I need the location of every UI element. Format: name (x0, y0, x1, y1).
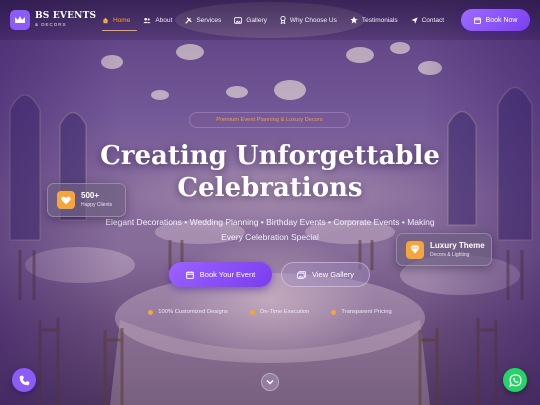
tools-icon (185, 16, 193, 24)
main-menu: Home About Services Gallery Why Choose U… (99, 12, 454, 31)
phone-icon (19, 375, 29, 385)
brand-logo[interactable]: BS EVENTS & DECORS (10, 10, 96, 30)
feature-item: On-Time Execution (249, 309, 310, 315)
hero-section: BS EVENTS & DECORS Home About Services G… (0, 0, 540, 405)
book-now-button[interactable]: Book Now (461, 9, 530, 31)
scroll-down-button[interactable] (261, 373, 279, 391)
hero-content: Premium Event Planning & Luxury Decors C… (0, 0, 540, 405)
image-icon (234, 16, 243, 24)
book-your-event-button[interactable]: Book Your Event (169, 262, 272, 287)
user-group-icon (143, 17, 152, 23)
luxury-theme-card: Luxury Theme Decors & Lighting (396, 233, 492, 266)
luxury-title: Luxury Theme (430, 240, 485, 250)
award-icon (280, 16, 286, 24)
nav-item-label: Testimonials (361, 16, 398, 24)
crown-icon (10, 10, 30, 30)
images-icon (297, 270, 307, 279)
feature-label: 100% Customized Designs (158, 309, 228, 315)
nav-item-contact[interactable]: Contact (408, 12, 447, 28)
nav-item-services[interactable]: Services (182, 12, 224, 28)
view-gallery-button[interactable]: View Gallery (281, 262, 370, 287)
call-button[interactable] (12, 368, 36, 392)
nav-item-label: Home (113, 16, 131, 24)
calendar-icon (185, 270, 194, 279)
check-dot-icon (249, 309, 255, 315)
nav-item-label: Gallery (246, 16, 267, 24)
luxury-subtitle: Decors & Lighting (430, 251, 470, 258)
nav-item-testimonials[interactable]: Testimonials (347, 12, 401, 28)
hero-title-line1: Creating Unforgettable (100, 141, 440, 171)
happy-clients-card: 500+ Happy Clients (47, 183, 126, 217)
nav-item-label: Services (196, 16, 222, 24)
star-icon (350, 16, 358, 24)
check-dot-icon (331, 309, 337, 315)
nav-item-label: Contact (421, 16, 445, 24)
nav-item-about[interactable]: About (140, 12, 175, 28)
view-gallery-label: View Gallery (312, 270, 354, 279)
brand-tagline: & DECORS (35, 22, 67, 28)
clients-label: Happy Clients (81, 202, 113, 208)
whatsapp-button[interactable] (503, 368, 527, 392)
feature-item: Transparent Pricing (331, 309, 392, 315)
send-icon (410, 16, 418, 24)
chevron-down-icon (266, 380, 274, 385)
top-navigation: BS EVENTS & DECORS Home About Services G… (0, 0, 540, 40)
book-now-label: Book Now (485, 16, 518, 24)
feature-item: 100% Customized Designs (148, 309, 228, 315)
feature-label: On-Time Execution (259, 309, 310, 315)
nav-item-home[interactable]: Home (99, 12, 133, 28)
hero-features: 100% Customized Designs On-Time Executio… (0, 309, 540, 315)
clients-count: 500+ (81, 191, 100, 200)
feature-label: Transparent Pricing (341, 309, 392, 315)
diamond-icon (406, 240, 424, 259)
check-dot-icon (148, 309, 154, 315)
calendar-icon (473, 16, 481, 24)
whatsapp-icon (508, 373, 521, 387)
hero-subtitle-line1: Elegant Decorations • Wedding Planning •… (105, 217, 435, 227)
nav-item-why-choose-us[interactable]: Why Choose Us (277, 12, 340, 28)
book-your-event-label: Book Your Event (199, 270, 256, 279)
nav-item-label: About (155, 16, 173, 24)
heart-icon (57, 191, 75, 209)
nav-item-label: Why Choose Us (289, 16, 337, 24)
home-icon (102, 17, 109, 23)
brand-name: BS EVENTS (35, 11, 97, 22)
hero-tag-badge: Premium Event Planning & Luxury Decors (189, 112, 350, 128)
nav-item-gallery[interactable]: Gallery (231, 12, 270, 28)
